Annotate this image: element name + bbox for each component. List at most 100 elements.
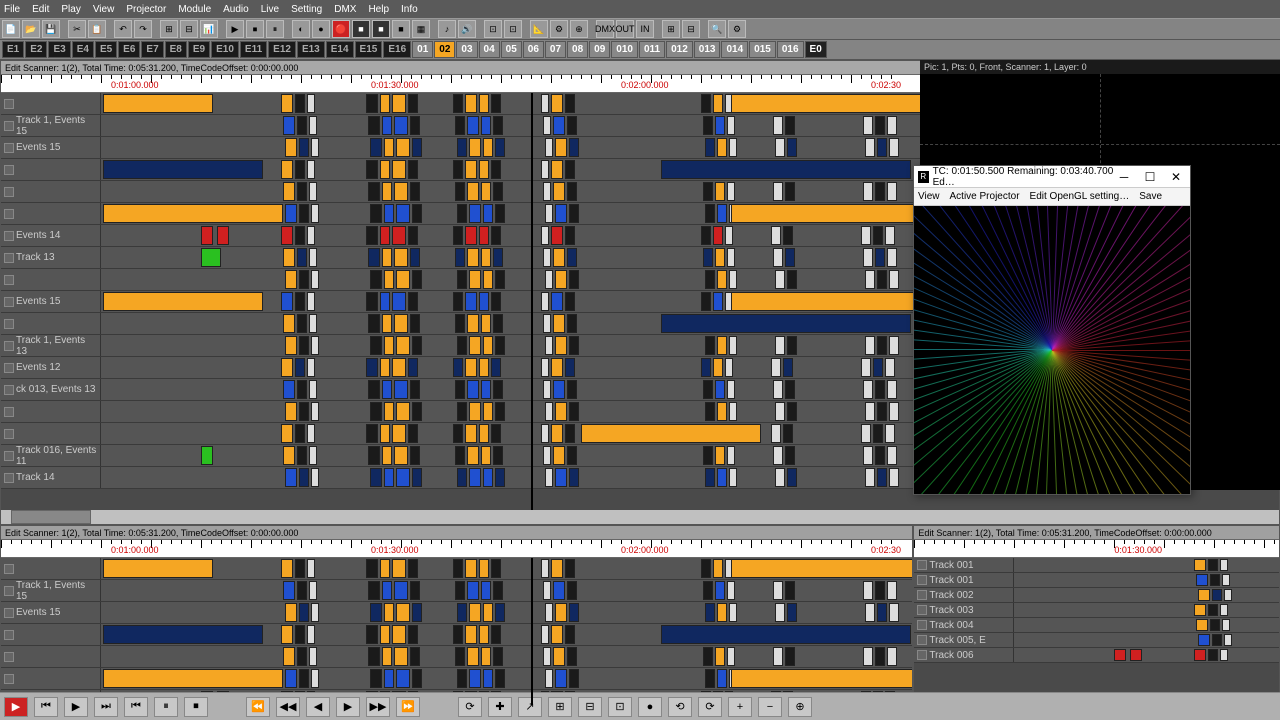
clip[interactable] bbox=[543, 182, 551, 201]
clip[interactable] bbox=[299, 336, 309, 355]
clip[interactable] bbox=[1196, 619, 1208, 631]
clip[interactable] bbox=[727, 581, 735, 600]
transport-btn-19[interactable]: ⊞ bbox=[548, 697, 572, 717]
clip[interactable] bbox=[661, 314, 911, 333]
clip[interactable] bbox=[541, 226, 549, 245]
clip[interactable] bbox=[703, 380, 713, 399]
clip[interactable] bbox=[455, 116, 465, 135]
clip[interactable] bbox=[567, 248, 577, 267]
clip[interactable] bbox=[771, 358, 781, 377]
clip[interactable] bbox=[875, 446, 885, 465]
menu-info[interactable]: Info bbox=[401, 4, 418, 15]
clip[interactable] bbox=[701, 94, 711, 113]
clip[interactable] bbox=[307, 625, 315, 644]
clip[interactable] bbox=[545, 402, 553, 421]
clip[interactable] bbox=[285, 138, 297, 157]
clip[interactable] bbox=[553, 116, 565, 135]
clip[interactable] bbox=[465, 424, 477, 443]
timeline2-ruler[interactable]: 0:01:00.0000:01:30.0000:02:00.0000:02:30 bbox=[1, 540, 912, 558]
scene-E12[interactable]: E12 bbox=[268, 41, 296, 58]
clip[interactable] bbox=[412, 336, 422, 355]
clip[interactable] bbox=[555, 138, 567, 157]
clip[interactable] bbox=[382, 182, 392, 201]
clip[interactable] bbox=[545, 270, 553, 289]
scene-02[interactable]: 02 bbox=[434, 41, 455, 58]
scene-013[interactable]: 013 bbox=[694, 41, 721, 58]
track-body[interactable] bbox=[101, 580, 912, 601]
clip[interactable] bbox=[775, 336, 785, 355]
toolbar-btn-32[interactable]: 📐 bbox=[530, 20, 548, 38]
toolbar-btn-37[interactable]: OUT bbox=[616, 20, 634, 38]
clip[interactable] bbox=[285, 336, 297, 355]
clip[interactable] bbox=[309, 647, 317, 666]
scene-05[interactable]: 05 bbox=[501, 41, 522, 58]
clip[interactable] bbox=[861, 358, 871, 377]
clip[interactable] bbox=[729, 468, 737, 487]
clip[interactable] bbox=[281, 94, 293, 113]
clip[interactable] bbox=[729, 336, 737, 355]
scene-08[interactable]: 08 bbox=[567, 41, 588, 58]
clip[interactable] bbox=[295, 424, 305, 443]
menu-file[interactable]: File bbox=[4, 4, 20, 15]
scene-01[interactable]: 01 bbox=[412, 41, 433, 58]
clip[interactable] bbox=[541, 292, 549, 311]
clip[interactable] bbox=[380, 160, 390, 179]
clip[interactable] bbox=[283, 248, 295, 267]
clip[interactable] bbox=[705, 138, 715, 157]
clip[interactable] bbox=[551, 160, 563, 179]
clip[interactable] bbox=[366, 226, 378, 245]
clip[interactable] bbox=[457, 669, 467, 688]
clip[interactable] bbox=[382, 647, 392, 666]
clip[interactable] bbox=[771, 226, 781, 245]
clip[interactable] bbox=[703, 581, 713, 600]
clip[interactable] bbox=[103, 94, 213, 113]
track-header[interactable] bbox=[1, 159, 101, 180]
clip[interactable] bbox=[703, 647, 713, 666]
clip[interactable] bbox=[787, 138, 797, 157]
transport-btn-2[interactable]: ⏭ bbox=[94, 697, 118, 717]
clip[interactable] bbox=[481, 581, 491, 600]
clip[interactable] bbox=[705, 603, 715, 622]
clip[interactable] bbox=[787, 402, 797, 421]
clip[interactable] bbox=[295, 160, 305, 179]
clip[interactable] bbox=[1210, 574, 1220, 586]
clip[interactable] bbox=[366, 358, 378, 377]
clip[interactable] bbox=[467, 647, 479, 666]
clip[interactable] bbox=[701, 226, 711, 245]
clip[interactable] bbox=[481, 314, 491, 333]
clip[interactable] bbox=[863, 116, 873, 135]
clip[interactable] bbox=[392, 94, 406, 113]
scene-E6[interactable]: E6 bbox=[118, 41, 140, 58]
track-header[interactable]: Track 14 bbox=[1, 467, 101, 488]
clip[interactable] bbox=[453, 160, 463, 179]
clip[interactable] bbox=[543, 380, 551, 399]
clip[interactable] bbox=[543, 248, 551, 267]
clip[interactable] bbox=[783, 358, 793, 377]
toolbar-btn-43[interactable]: 🔍 bbox=[708, 20, 726, 38]
clip[interactable] bbox=[555, 270, 567, 289]
clip[interactable] bbox=[705, 402, 715, 421]
track-header[interactable]: Track 1, Events 15 bbox=[1, 580, 101, 601]
clip[interactable] bbox=[283, 116, 295, 135]
timeline2[interactable]: Track 1, Events 15Events 15Events 14Trac… bbox=[1, 558, 912, 705]
clip[interactable] bbox=[201, 248, 221, 267]
clip[interactable] bbox=[382, 446, 392, 465]
clip[interactable] bbox=[565, 292, 575, 311]
clip[interactable] bbox=[297, 647, 307, 666]
clip[interactable] bbox=[495, 270, 505, 289]
track-header[interactable] bbox=[1, 203, 101, 224]
track-body[interactable] bbox=[1014, 603, 1279, 617]
clip[interactable] bbox=[281, 559, 293, 578]
clip[interactable] bbox=[553, 647, 565, 666]
clip[interactable] bbox=[311, 336, 319, 355]
clip[interactable] bbox=[569, 336, 579, 355]
clip[interactable] bbox=[283, 647, 295, 666]
clip[interactable] bbox=[380, 226, 390, 245]
clip[interactable] bbox=[457, 336, 467, 355]
clip[interactable] bbox=[479, 424, 489, 443]
clip[interactable] bbox=[366, 94, 378, 113]
clip[interactable] bbox=[479, 292, 489, 311]
clip[interactable] bbox=[408, 292, 418, 311]
clip[interactable] bbox=[453, 559, 463, 578]
clip[interactable] bbox=[715, 446, 725, 465]
